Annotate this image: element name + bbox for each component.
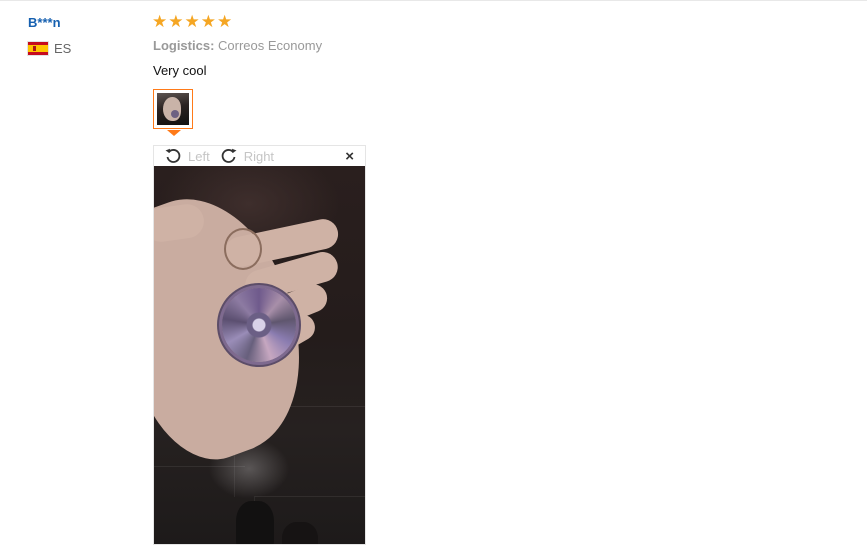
rotate-left-icon	[165, 148, 181, 163]
logistics-value: Correos Economy	[218, 38, 323, 53]
viewer-toolbar: Left Right ×	[154, 146, 365, 166]
rotate-right-icon	[221, 148, 237, 163]
spain-flag-icon	[28, 42, 48, 55]
review-photo	[154, 166, 365, 544]
star-icon: ★	[184, 12, 200, 31]
thumbnail-image	[157, 93, 189, 125]
country-code: ES	[54, 41, 72, 56]
star-icon: ★	[217, 12, 233, 31]
rotate-left-button[interactable]: Left	[164, 147, 210, 165]
photo-viewer: Left Right ×	[153, 145, 366, 545]
rotate-right-button[interactable]: Right	[220, 147, 274, 165]
logistics-label: Logistics:	[153, 38, 215, 53]
close-icon[interactable]: ×	[345, 148, 354, 165]
review-photo-thumbnail[interactable]	[153, 89, 193, 129]
reviewer-name[interactable]: B***n	[28, 15, 61, 30]
rotate-left-label: Left	[188, 148, 210, 164]
star-icon: ★	[152, 12, 168, 31]
logistics-info: Logistics: Correos Economy	[153, 38, 322, 53]
thumbnail-selected-indicator	[167, 130, 181, 136]
reviewer-country: ES	[28, 41, 71, 56]
review-text: Very cool	[153, 63, 207, 78]
star-rating: ★ ★ ★ ★ ★	[152, 13, 232, 31]
top-divider	[0, 0, 867, 1]
star-icon: ★	[168, 12, 184, 31]
star-icon: ★	[200, 12, 216, 31]
rotate-right-label: Right	[243, 148, 275, 164]
